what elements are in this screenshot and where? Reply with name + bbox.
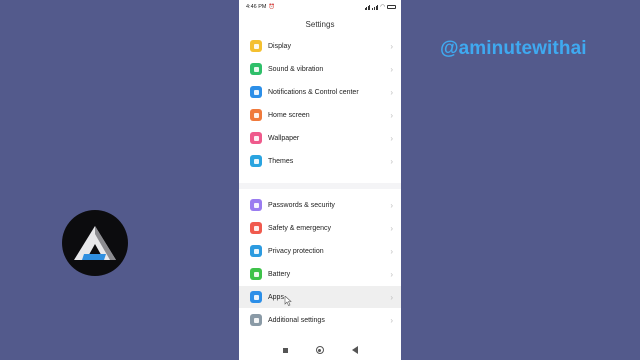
settings-item-label: Sound & vibration bbox=[268, 65, 324, 73]
sun-icon bbox=[250, 40, 262, 52]
square-icon[interactable] bbox=[282, 347, 288, 353]
page-title: Settings bbox=[305, 20, 335, 29]
circle-icon[interactable] bbox=[315, 346, 324, 354]
pointer-cursor-icon bbox=[284, 296, 292, 306]
settings-item-label: Themes bbox=[268, 157, 294, 165]
speaker-icon bbox=[250, 63, 262, 75]
chevron-right-icon: › bbox=[390, 292, 393, 302]
settings-item-display[interactable]: Display › bbox=[239, 35, 401, 57]
brush-icon bbox=[250, 155, 262, 167]
lock-icon bbox=[250, 245, 262, 257]
settings-item-label: Privacy protection bbox=[268, 247, 324, 255]
chevron-right-icon: › bbox=[390, 223, 393, 233]
settings-item-home-screen[interactable]: Home screen › bbox=[239, 104, 401, 126]
phone-screen: 4:46 PM ⏰ ◠ Settings Display › Sound & vib… bbox=[239, 0, 401, 360]
settings-item-apps[interactable]: Apps › bbox=[239, 286, 401, 308]
signal-2-icon bbox=[372, 4, 379, 10]
triangle-back-icon[interactable] bbox=[351, 346, 358, 354]
settings-item-label: Wallpaper bbox=[268, 134, 300, 142]
settings-item-battery[interactable]: Battery › bbox=[239, 263, 401, 285]
battery-icon bbox=[250, 268, 262, 280]
section-divider bbox=[239, 183, 401, 189]
chevron-right-icon: › bbox=[390, 315, 393, 325]
settings-item-passwords-security[interactable]: Passwords & security › bbox=[239, 194, 401, 216]
clock-icon: ⏰ bbox=[268, 4, 275, 10]
fingerprint-icon bbox=[250, 199, 262, 211]
settings-item-label: Passwords & security bbox=[268, 201, 335, 209]
navigation-bar bbox=[239, 340, 401, 360]
triangle-a-logo-icon bbox=[74, 226, 116, 260]
chevron-right-icon: › bbox=[390, 269, 393, 279]
settings-item-label: Display bbox=[268, 42, 291, 50]
settings-item-sound-vibration[interactable]: Sound & vibration › bbox=[239, 58, 401, 80]
settings-item-themes[interactable]: Themes › bbox=[239, 150, 401, 172]
status-time: 4:46 PM bbox=[246, 4, 267, 10]
shield-icon bbox=[250, 222, 262, 234]
chevron-right-icon: › bbox=[390, 200, 393, 210]
home-icon bbox=[250, 109, 262, 121]
chevron-right-icon: › bbox=[390, 41, 393, 51]
settings-item-label: Home screen bbox=[268, 111, 310, 119]
chevron-right-icon: › bbox=[390, 156, 393, 166]
bell-icon bbox=[250, 86, 262, 98]
settings-item-label: Safety & emergency bbox=[268, 224, 332, 232]
settings-item-label: Battery bbox=[268, 270, 291, 278]
settings-item-wallpaper[interactable]: Wallpaper › bbox=[239, 127, 401, 149]
gear-icon bbox=[250, 291, 262, 303]
brand-logo bbox=[62, 210, 128, 276]
wifi-icon: ◠ bbox=[380, 4, 385, 10]
settings-item-privacy-protection[interactable]: Privacy protection › bbox=[239, 240, 401, 262]
settings-item-label: Additional settings bbox=[268, 316, 325, 324]
more-icon bbox=[250, 314, 262, 326]
settings-item-label: Notifications & Control center bbox=[268, 88, 359, 96]
battery-icon bbox=[387, 4, 396, 10]
signal-icon bbox=[364, 4, 371, 10]
chevron-right-icon: › bbox=[390, 64, 393, 74]
settings-item-additional-settings[interactable]: Additional settings › bbox=[239, 309, 401, 331]
chevron-right-icon: › bbox=[390, 133, 393, 143]
channel-handle: @aminutewithai bbox=[440, 38, 587, 59]
status-bar: 4:46 PM ⏰ ◠ bbox=[239, 0, 401, 14]
flower-icon bbox=[250, 132, 262, 144]
chevron-right-icon: › bbox=[390, 110, 393, 120]
chevron-right-icon: › bbox=[390, 246, 393, 256]
settings-item-safety-emergency[interactable]: Safety & emergency › bbox=[239, 217, 401, 239]
chevron-right-icon: › bbox=[390, 87, 393, 97]
settings-item-notifications-control-center[interactable]: Notifications & Control center › bbox=[239, 81, 401, 103]
